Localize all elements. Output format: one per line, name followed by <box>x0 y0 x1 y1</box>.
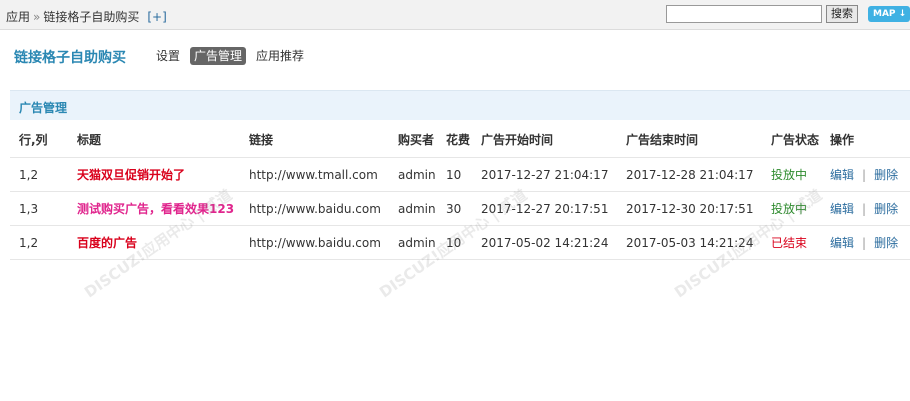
cell-start-time: 2017-05-02 14:21:24 <box>481 235 609 250</box>
ops-divider: | <box>862 235 867 250</box>
delete-button[interactable]: 删除 <box>874 234 898 251</box>
cell-end-time: 2017-12-28 21:04:17 <box>626 167 754 182</box>
cell-cost: 10 <box>446 235 462 250</box>
column-header-cost: 花费 <box>446 133 471 147</box>
tab-app-recommend[interactable]: 应用推荐 <box>252 47 308 65</box>
cell-ops: 编辑 | 删除 <box>830 192 898 225</box>
ops-divider: | <box>862 167 867 182</box>
edit-button[interactable]: 编辑 <box>830 166 854 183</box>
app-title: 链接格子自助购买 <box>14 50 126 66</box>
cell-end-time: 2017-05-03 14:21:24 <box>626 235 754 250</box>
breadcrumb: 应用» 链接格子自助购买 [+] <box>6 8 167 25</box>
map-button-label: MAP <box>873 9 896 19</box>
cell-title: 测试购买广告，看看效果123 <box>77 202 235 216</box>
arrow-down-icon: ↓ <box>898 9 907 19</box>
cell-start-time: 2017-12-27 20:17:51 <box>481 201 609 216</box>
map-button[interactable]: MAP ↓ <box>868 6 910 22</box>
cell-link: http://www.tmall.com <box>249 167 378 182</box>
breadcrumb-separator: » <box>33 10 41 24</box>
column-header-link: 链接 <box>249 133 274 147</box>
cell-pos: 1,3 <box>19 201 39 216</box>
table-row: 1,2 百度的广告 http://www.baidu.com admin 10 … <box>10 226 910 260</box>
edit-button[interactable]: 编辑 <box>830 200 854 217</box>
table-row: 1,2 天猫双旦促销开始了 http://www.tmall.com admin… <box>10 158 910 192</box>
ad-table: 行,列 标题 链接 购买者 花费 广告开始时间 广告结束时间 广告状态 操作 1… <box>10 122 910 260</box>
cell-end-time: 2017-12-30 20:17:51 <box>626 201 754 216</box>
cell-buyer: admin <box>398 167 436 182</box>
top-bar: 应用» 链接格子自助购买 [+] 搜索 MAP ↓ <box>0 0 910 30</box>
column-header-title: 标题 <box>77 133 102 147</box>
breadcrumb-item-apps[interactable]: 应用 <box>6 10 30 24</box>
cell-title: 百度的广告 <box>77 236 138 250</box>
status-badge: 投放中 <box>771 168 808 182</box>
table-row: 1,3 测试购买广告，看看效果123 http://www.baidu.com … <box>10 192 910 226</box>
cell-pos: 1,2 <box>19 235 39 250</box>
column-header-buyer: 购买者 <box>398 133 435 147</box>
add-shortcut-button[interactable]: [+] <box>147 10 166 24</box>
cell-title: 天猫双旦促销开始了 <box>77 168 186 182</box>
column-header-ops: 操作 <box>830 133 855 147</box>
search-input[interactable] <box>666 5 822 23</box>
column-header-start: 广告开始时间 <box>481 133 554 147</box>
cell-ops: 编辑 | 删除 <box>830 158 898 191</box>
column-header-end: 广告结束时间 <box>626 133 699 147</box>
tab-settings[interactable]: 设置 <box>152 47 184 65</box>
edit-button[interactable]: 编辑 <box>830 234 854 251</box>
delete-button[interactable]: 删除 <box>874 200 898 217</box>
column-header-pos: 行,列 <box>19 133 48 147</box>
search-button[interactable]: 搜索 <box>826 5 858 23</box>
cell-buyer: admin <box>398 235 436 250</box>
cell-link: http://www.baidu.com <box>249 235 381 250</box>
cell-ops: 编辑 | 删除 <box>830 226 898 259</box>
cell-cost: 10 <box>446 167 462 182</box>
cell-buyer: admin <box>398 201 436 216</box>
table-header-row: 行,列 标题 链接 购买者 花费 广告开始时间 广告结束时间 广告状态 操作 <box>10 122 910 158</box>
cell-pos: 1,2 <box>19 167 39 182</box>
delete-button[interactable]: 删除 <box>874 166 898 183</box>
ops-divider: | <box>862 201 867 216</box>
status-badge: 已结束 <box>771 236 808 250</box>
cell-start-time: 2017-12-27 21:04:17 <box>481 167 609 182</box>
tab-ad-management[interactable]: 广告管理 <box>190 47 247 65</box>
nav-tabs: 设置 广告管理 应用推荐 <box>152 47 308 65</box>
breadcrumb-item-current: 链接格子自助购买 <box>43 10 140 24</box>
cell-link: http://www.baidu.com <box>249 201 381 216</box>
panel-title: 广告管理 <box>19 101 68 115</box>
status-badge: 投放中 <box>771 202 808 216</box>
cell-cost: 30 <box>446 201 462 216</box>
panel-header: 广告管理 <box>10 90 910 120</box>
column-header-status: 广告状态 <box>771 133 820 147</box>
